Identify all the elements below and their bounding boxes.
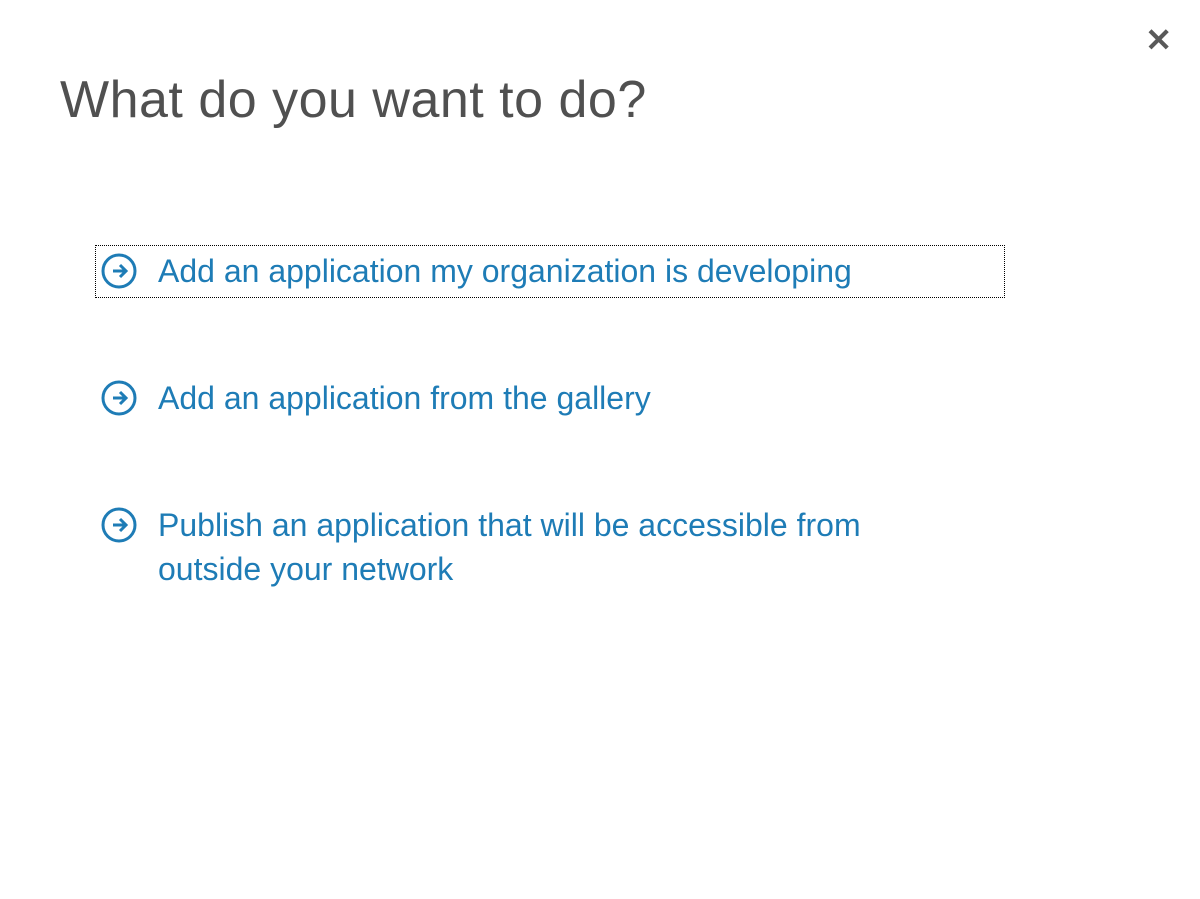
- arrow-circle-icon: [100, 252, 138, 290]
- option-label: Publish an application that will be acce…: [158, 504, 928, 590]
- arrow-circle-icon: [100, 506, 138, 544]
- dialog-title: What do you want to do?: [60, 70, 1140, 130]
- arrow-circle-icon: [100, 379, 138, 417]
- options-list: Add an application my organization is de…: [100, 250, 1140, 591]
- option-add-gallery[interactable]: Add an application from the gallery: [100, 377, 1000, 420]
- close-icon[interactable]: ✕: [1145, 24, 1172, 56]
- option-publish-external[interactable]: Publish an application that will be acce…: [100, 504, 1000, 590]
- option-add-developing[interactable]: Add an application my organization is de…: [100, 250, 1000, 293]
- option-label: Add an application my organization is de…: [158, 250, 852, 293]
- dialog: What do you want to do? Add an applicati…: [0, 0, 1200, 591]
- option-label: Add an application from the gallery: [158, 377, 651, 420]
